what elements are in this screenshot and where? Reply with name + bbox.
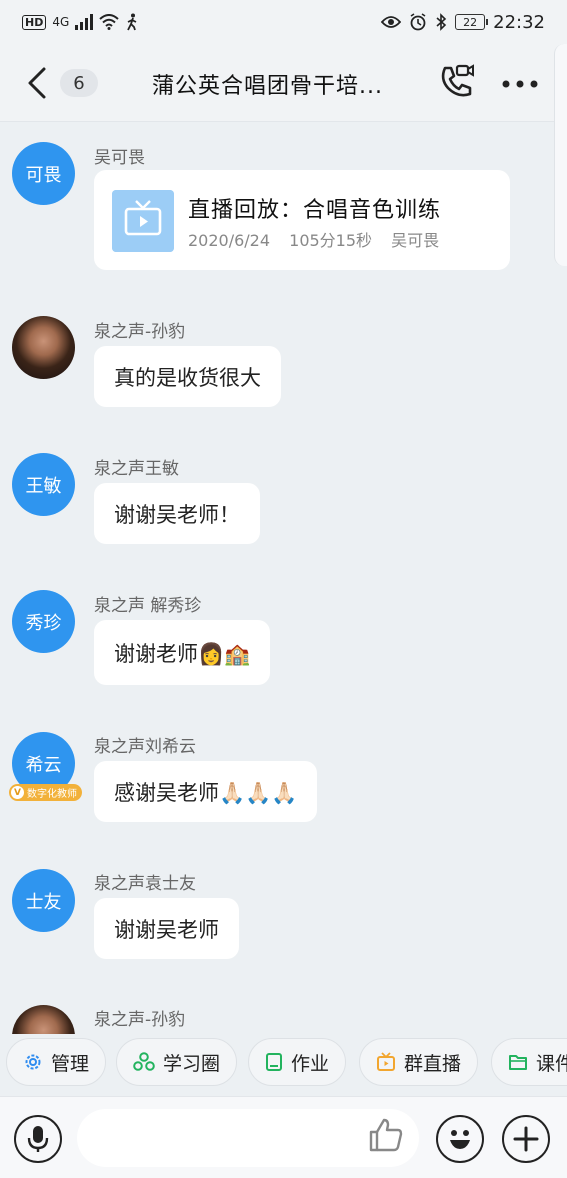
plus-icon [513, 1126, 539, 1152]
emoji-button[interactable] [436, 1115, 484, 1163]
avatar[interactable] [12, 1005, 75, 1034]
quick-actions-bar: 管理 学习圈 作业 群直播 课件 [0, 1034, 567, 1096]
add-more-button[interactable] [502, 1115, 550, 1163]
chip-courseware[interactable]: 课件 [491, 1038, 567, 1086]
microphone-icon [27, 1126, 49, 1152]
sender-name: 泉之声-孙豹 [94, 1010, 186, 1030]
chip-group-live[interactable]: 群直播 [359, 1038, 479, 1086]
gear-icon [25, 1054, 41, 1070]
chip-label: 管理 [51, 1052, 90, 1075]
smiley-icon [450, 1130, 470, 1149]
thumbs-up-icon[interactable] [368, 1117, 404, 1153]
chip-label: 群直播 [404, 1052, 462, 1075]
chip-label: 学习圈 [163, 1052, 221, 1075]
chip-label: 课件 [536, 1052, 567, 1075]
chip-study-circle[interactable]: 学习圈 [116, 1038, 238, 1086]
message-item: 泉之声-孙豹 [0, 0, 567, 1034]
voice-button[interactable] [14, 1115, 62, 1163]
input-bar [0, 1096, 567, 1178]
live-tv-icon [377, 1052, 395, 1071]
chip-label: 作业 [291, 1052, 330, 1075]
chip-manage[interactable]: 管理 [6, 1038, 107, 1086]
chip-homework[interactable]: 作业 [248, 1038, 347, 1086]
circle-group-icon [133, 1052, 155, 1071]
book-icon [266, 1053, 282, 1071]
folder-icon [509, 1055, 527, 1070]
